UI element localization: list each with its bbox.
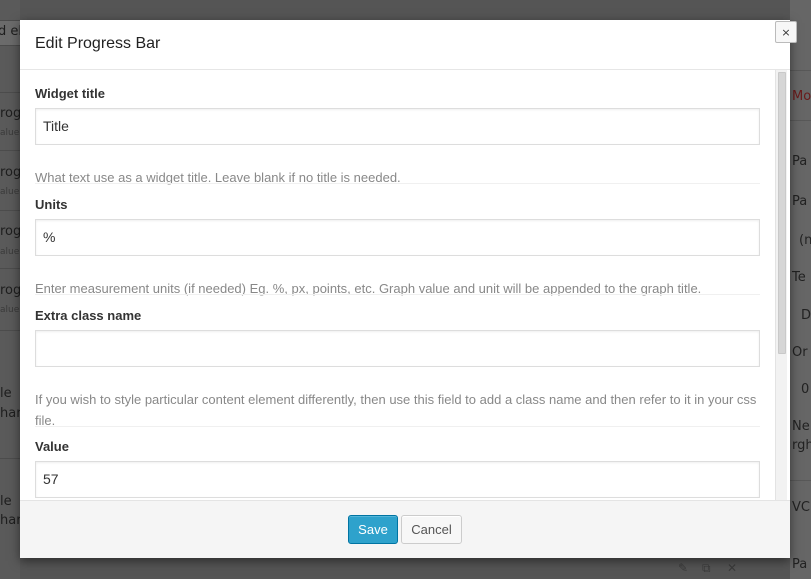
dialog-title: Edit Progress Bar xyxy=(35,35,161,52)
background-text: Pa xyxy=(792,154,808,169)
divider xyxy=(35,183,760,184)
background-text: rog xyxy=(0,106,20,121)
copy-icon: ⧉ xyxy=(702,561,711,575)
background-text: d el xyxy=(0,24,20,39)
divider xyxy=(35,294,760,295)
divider xyxy=(0,92,20,93)
units-label: Units xyxy=(35,197,68,212)
background-text: le xyxy=(0,386,12,401)
background-text: VC xyxy=(792,500,810,515)
background-right-panel: Mo Pa Pa (n Te D Or 0 Ne rgh VC Pa xyxy=(790,0,811,579)
background-text: alue xyxy=(0,187,20,197)
divider xyxy=(35,426,760,427)
background-text: Or xyxy=(792,345,808,360)
divider xyxy=(0,150,20,151)
divider xyxy=(790,70,811,71)
units-input[interactable]: % xyxy=(35,219,760,256)
background-text: har xyxy=(0,513,20,528)
divider xyxy=(790,480,811,481)
background-text: Pa xyxy=(792,557,808,572)
background-text: alue xyxy=(0,128,20,138)
units-help: Enter measurement units (if needed) Eg. … xyxy=(35,281,702,296)
extra-class-name-input[interactable] xyxy=(35,330,760,367)
background-text: Te xyxy=(792,270,806,285)
dialog-scrollbar[interactable] xyxy=(775,70,787,500)
widget-title-help: What text use as a widget title. Leave b… xyxy=(35,170,401,185)
background-text: rgh xyxy=(792,438,811,453)
background-text: rog xyxy=(0,224,20,239)
background-text: D xyxy=(801,308,811,323)
save-button[interactable]: Save xyxy=(348,515,398,544)
value-input[interactable]: 57 xyxy=(35,461,760,498)
background-text: Pa xyxy=(792,194,808,209)
background-text: Mo xyxy=(792,89,811,104)
background-text: alue xyxy=(0,305,20,315)
dialog-body: Widget title Title What text use as a wi… xyxy=(20,70,790,500)
background-text: le xyxy=(0,494,12,509)
background-text: rog xyxy=(0,165,20,180)
close-icon[interactable]: × xyxy=(775,21,797,43)
background-text: alue xyxy=(0,247,20,257)
divider xyxy=(790,120,811,121)
extra-class-name-help: If you wish to style particular content … xyxy=(35,392,757,428)
background-left-panel: d el rog alue rog alue rog alue rog alue… xyxy=(0,0,20,579)
dialog-footer: Save Cancel xyxy=(20,500,790,558)
background-text: 0 xyxy=(801,382,810,397)
widget-title-input[interactable]: Title xyxy=(35,108,760,145)
background-text: Ne xyxy=(792,419,810,434)
value-label: Value xyxy=(35,439,69,454)
extra-class-name-label: Extra class name xyxy=(35,308,142,323)
edit-progress-bar-dialog: Edit Progress Bar Widget title Title Wha… xyxy=(20,20,790,558)
divider xyxy=(0,210,20,211)
scrollbar-thumb[interactable] xyxy=(778,72,786,354)
delete-icon: ✕ xyxy=(727,561,738,575)
dialog-header: Edit Progress Bar xyxy=(20,20,790,70)
divider xyxy=(0,330,20,331)
pencil-icon: ✎ xyxy=(678,561,689,575)
background-text: rog xyxy=(0,283,20,298)
divider xyxy=(0,458,20,459)
cancel-button[interactable]: Cancel xyxy=(401,515,462,544)
background-text: har xyxy=(0,406,20,421)
widget-title-label: Widget title xyxy=(35,86,105,101)
background-text: (n xyxy=(799,233,811,248)
divider xyxy=(0,268,20,269)
